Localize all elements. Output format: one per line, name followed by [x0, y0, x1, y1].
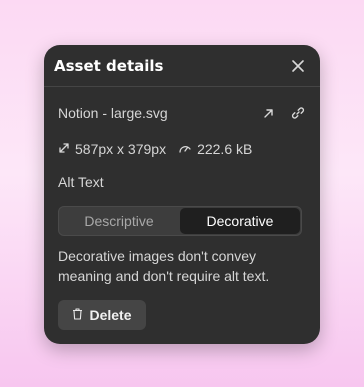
gauge-icon — [178, 141, 192, 157]
resize-icon — [58, 141, 70, 157]
asset-meta-row: 587px x 379px 222.6 kB — [58, 141, 252, 157]
trash-icon — [72, 307, 83, 323]
file-size-text: 222.6 kB — [197, 141, 253, 157]
panel-header: Asset details — [44, 45, 320, 87]
segment-decorative[interactable]: Decorative — [180, 208, 300, 234]
dimensions-text: 587px x 379px — [75, 141, 167, 157]
external-link-icon[interactable] — [260, 105, 276, 121]
link-icon[interactable] — [290, 105, 306, 121]
alt-text-label: Alt Text — [58, 174, 104, 190]
size-item: 222.6 kB — [178, 141, 252, 157]
asset-details-panel: Asset details Notion - large.svg 587px x… — [44, 45, 320, 344]
segment-descriptive[interactable]: Descriptive — [59, 207, 179, 235]
panel-title: Asset details — [54, 56, 164, 75]
delete-button[interactable]: Delete — [58, 300, 146, 330]
dimensions-item: 587px x 379px — [58, 141, 166, 157]
delete-label: Delete — [89, 307, 132, 323]
file-row: Notion - large.svg — [58, 105, 306, 121]
file-actions — [260, 105, 306, 121]
close-icon[interactable] — [290, 58, 306, 74]
alt-text-segmented-control: Descriptive Decorative — [58, 206, 302, 236]
alt-text-description: Decorative images don't convey meaning a… — [58, 248, 270, 284]
file-name: Notion - large.svg — [58, 105, 168, 121]
